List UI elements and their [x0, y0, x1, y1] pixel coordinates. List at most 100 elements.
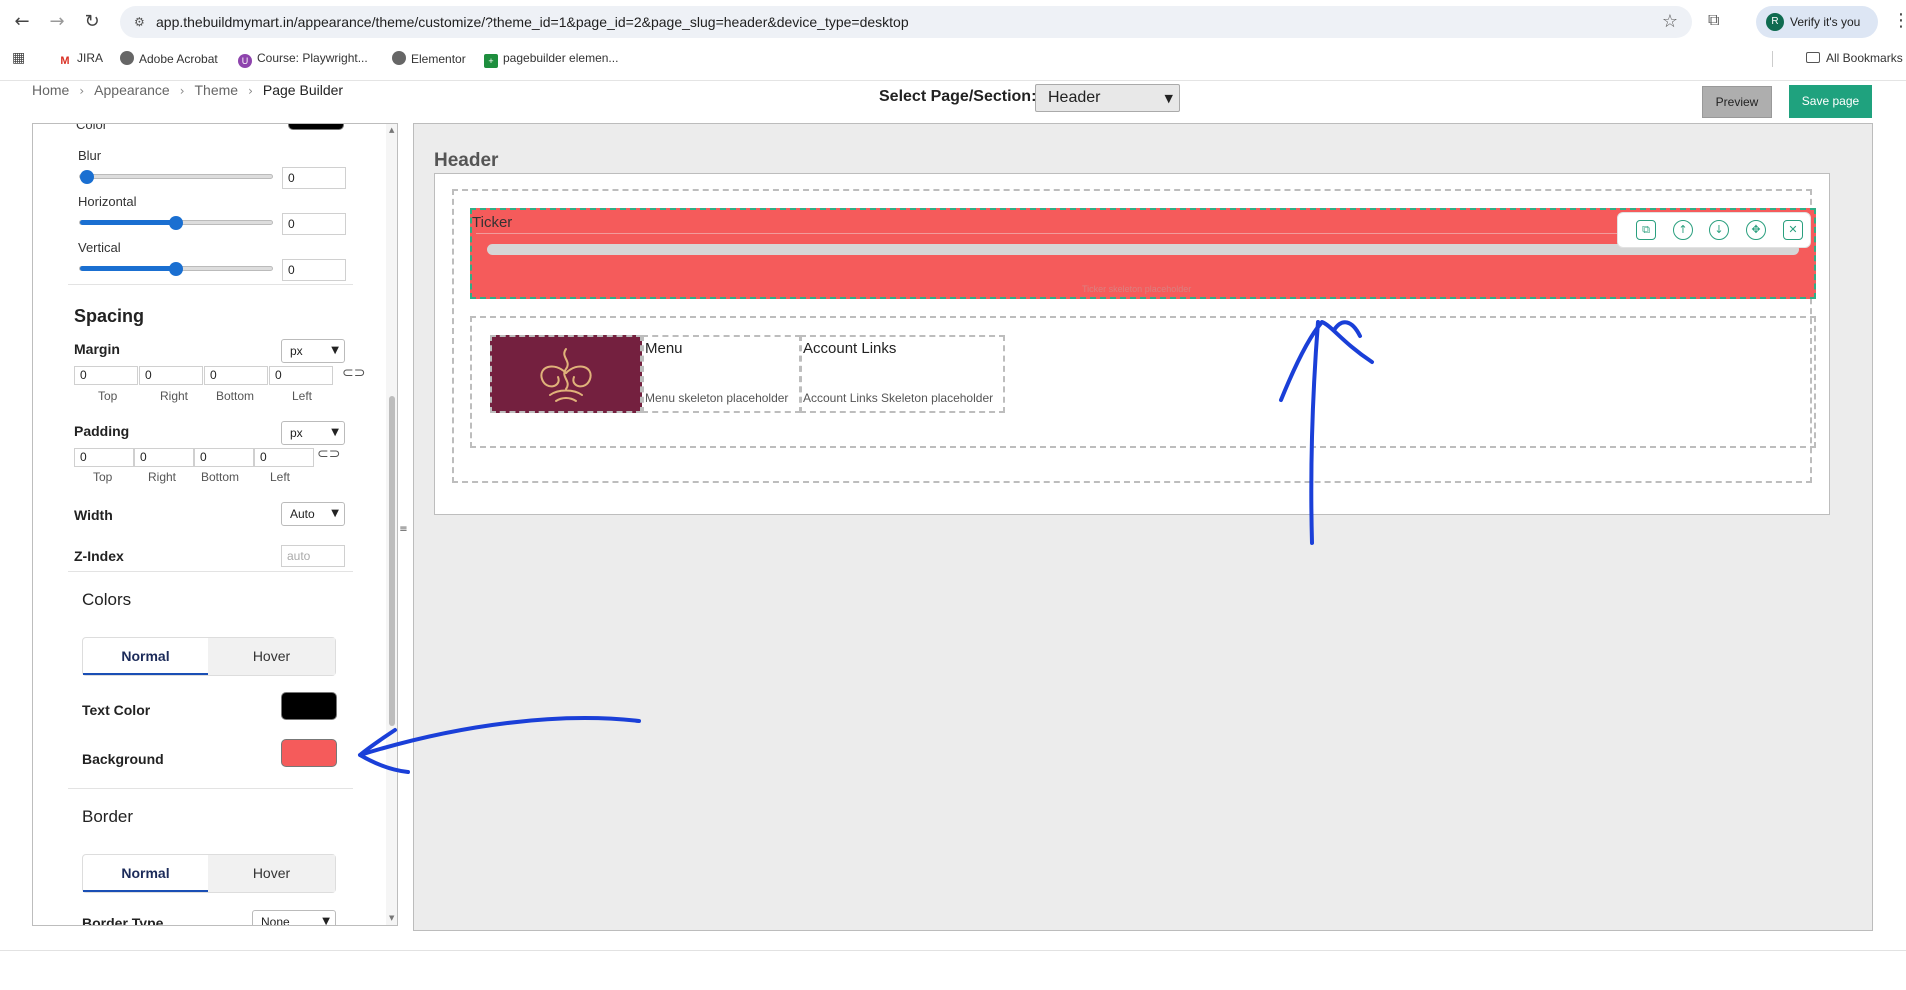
bookmark-label: Course: Playwright...: [257, 51, 368, 65]
margin-right-input[interactable]: 0: [139, 366, 203, 385]
globe-icon: [120, 51, 134, 65]
duplicate-icon[interactable]: ⧉: [1636, 220, 1656, 240]
scroll-down-icon[interactable]: ▼: [389, 914, 394, 922]
border-type-select[interactable]: None ▼: [252, 910, 336, 926]
link-icon[interactable]: ⊂⊃: [342, 365, 365, 381]
move-up-icon[interactable]: ↑: [1673, 220, 1693, 240]
zindex-label: Z-Index: [74, 548, 124, 564]
resize-handle-icon[interactable]: ≡: [399, 523, 408, 537]
colors-title: Colors: [82, 590, 132, 609]
tab-colors-hover[interactable]: Hover: [208, 638, 335, 675]
padding-unit-value: px: [290, 426, 303, 440]
address-bar[interactable]: ⚙ app.thebuildmymart.in/appearance/theme…: [120, 6, 1692, 38]
move-down-icon[interactable]: ↓: [1709, 220, 1729, 240]
divider: [68, 788, 353, 789]
chevron-right-icon: ›: [248, 84, 253, 98]
breadcrumb-theme[interactable]: Theme: [195, 82, 239, 98]
breadcrumb-home[interactable]: Home: [32, 82, 69, 98]
chevron-down-icon: ▼: [322, 916, 330, 926]
account-links-placeholder: Account Links Skeleton placeholder: [803, 391, 994, 405]
chevron-down-icon: ▼: [331, 345, 339, 356]
panel-scrollbar-thumb[interactable]: [389, 396, 395, 726]
background-color-swatch[interactable]: [281, 739, 337, 767]
bookmark-label: Adobe Acrobat: [139, 52, 218, 66]
bookmark-elementor[interactable]: Elementor: [392, 51, 466, 67]
blur-label: Blur: [78, 148, 102, 163]
scroll-up-icon[interactable]: ▲: [389, 126, 394, 134]
horizontal-label: Horizontal: [78, 194, 137, 209]
breadcrumb-current: Page Builder: [262, 82, 344, 98]
forward-icon[interactable]: →: [45, 10, 69, 34]
vertical-input[interactable]: 0: [282, 259, 346, 281]
text-color-swatch[interactable]: [281, 692, 337, 720]
bookmark-jira[interactable]: M JIRA: [58, 51, 104, 68]
apps-icon[interactable]: ▦: [12, 50, 25, 66]
margin-top-input[interactable]: 0: [74, 366, 138, 385]
settings-panel[interactable]: Color Blur 0 Horizontal 0 Vertical 0 Spa…: [32, 123, 398, 926]
delete-icon[interactable]: ✕: [1783, 220, 1803, 240]
reload-icon[interactable]: ↻: [80, 10, 104, 34]
padding-left-input[interactable]: 0: [254, 448, 314, 467]
tab-colors-normal[interactable]: Normal: [83, 638, 208, 675]
menu-icon[interactable]: ⋮: [1892, 10, 1906, 31]
section-select[interactable]: Header ▼: [1035, 84, 1180, 112]
extensions-icon[interactable]: ⧉: [1708, 10, 1730, 32]
tab-border-hover[interactable]: Hover: [208, 855, 335, 892]
all-bookmarks-label: All Bookmarks: [1826, 51, 1903, 65]
profile-button[interactable]: R Verify it's you: [1756, 6, 1878, 38]
ticker-divider: [476, 233, 1794, 234]
drag-icon[interactable]: ✥: [1746, 220, 1766, 240]
margin-top-caption: Top: [98, 389, 118, 403]
globe-icon: [392, 51, 406, 65]
bookmark-adobe[interactable]: Adobe Acrobat: [120, 51, 218, 67]
padding-right-input[interactable]: 0: [134, 448, 194, 467]
section-select-value: Header: [1048, 89, 1101, 106]
shadow-color-swatch[interactable]: [288, 124, 344, 130]
breadcrumb-appearance[interactable]: Appearance: [94, 82, 170, 98]
blur-slider[interactable]: [79, 174, 273, 179]
margin-unit-value: px: [290, 344, 303, 358]
margin-left-caption: Left: [292, 389, 313, 403]
back-icon[interactable]: ←: [10, 10, 34, 34]
link-icon[interactable]: ⊂⊃: [317, 446, 340, 462]
preview-button[interactable]: Preview: [1702, 86, 1772, 118]
vertical-fill: [80, 266, 177, 271]
colors-tabs: Normal Hover: [82, 637, 336, 676]
padding-right-caption: Right: [148, 470, 177, 484]
padding-bottom-input[interactable]: 0: [194, 448, 254, 467]
logo-block[interactable]: [490, 335, 642, 413]
profile-label: Verify it's you: [1790, 15, 1861, 29]
vertical-label: Vertical: [78, 240, 121, 255]
blur-handle[interactable]: [80, 170, 94, 184]
star-icon[interactable]: ☆: [1662, 11, 1678, 32]
horizontal-input[interactable]: 0: [282, 213, 346, 235]
all-bookmarks[interactable]: All Bookmarks: [1806, 51, 1903, 65]
bookmark-pagebuilder[interactable]: + pagebuilder elemen...: [484, 51, 619, 68]
padding-unit-select[interactable]: px ▼: [281, 421, 345, 445]
bookmark-course[interactable]: U Course: Playwright...: [238, 51, 368, 68]
margin-left-input[interactable]: 0: [269, 366, 333, 385]
tab-border-normal[interactable]: Normal: [83, 855, 208, 892]
bookmark-label: pagebuilder elemen...: [503, 51, 619, 65]
color-label: Color: [76, 123, 108, 132]
chevron-right-icon: ›: [179, 84, 185, 98]
horizontal-handle[interactable]: [169, 216, 183, 230]
zindex-input[interactable]: auto: [281, 545, 345, 567]
bookmark-label: JIRA: [77, 51, 104, 65]
udemy-icon: U: [238, 54, 252, 68]
width-value: Auto: [290, 507, 315, 521]
width-label: Width: [74, 507, 113, 523]
margin-bottom-input[interactable]: 0: [204, 366, 268, 385]
menu-title: Menu: [645, 340, 683, 357]
margin-bottom-caption: Bottom: [216, 389, 255, 403]
site-info-icon[interactable]: ⚙: [134, 14, 150, 30]
breadcrumb: Home › Appearance › Theme › Page Builder: [32, 82, 343, 102]
spacing-title: Spacing: [74, 306, 145, 326]
padding-top-input[interactable]: 0: [74, 448, 134, 467]
save-page-button[interactable]: Save page: [1789, 85, 1872, 118]
blur-input[interactable]: 0: [282, 167, 346, 189]
margin-unit-select[interactable]: px ▼: [281, 339, 345, 363]
width-select[interactable]: Auto ▼: [281, 502, 345, 526]
vertical-handle[interactable]: [169, 262, 183, 276]
url-text[interactable]: app.thebuildmymart.in/appearance/theme/c…: [156, 14, 909, 30]
